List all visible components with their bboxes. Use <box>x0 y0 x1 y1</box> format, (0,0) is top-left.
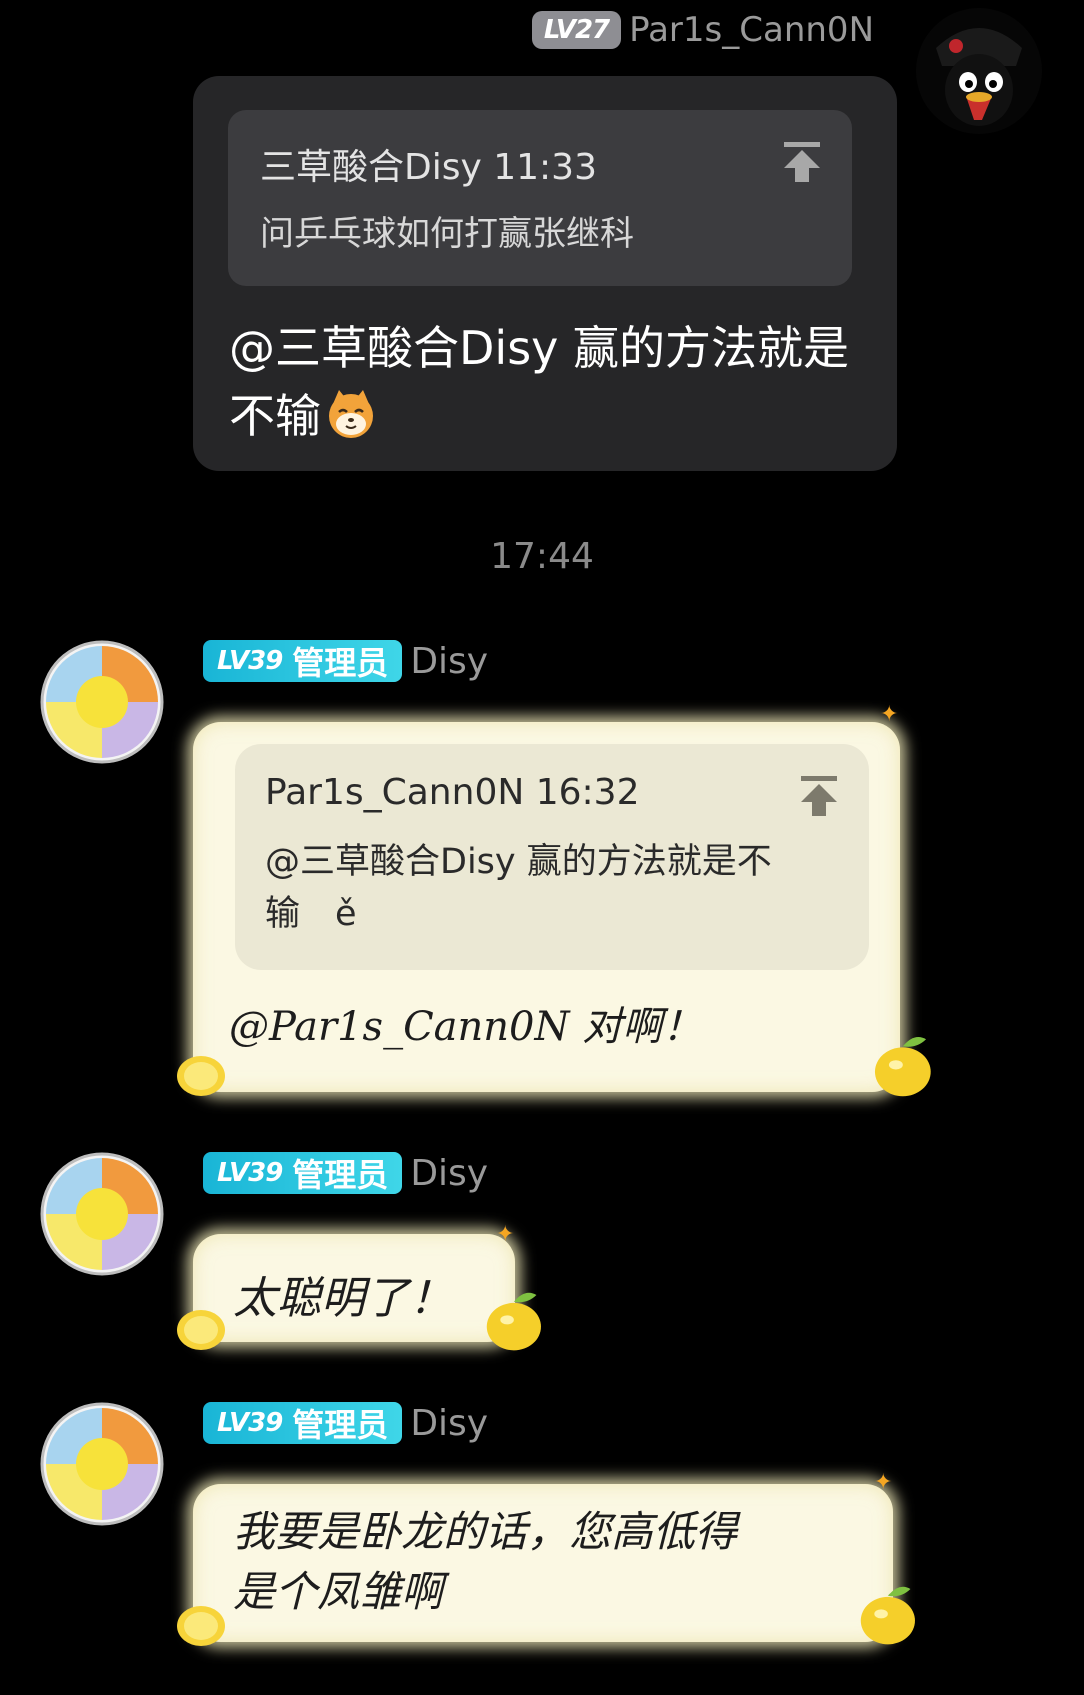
quote-text: 问乒乓球如何打赢张继科 <box>260 214 634 254</box>
avatar[interactable] <box>40 640 164 764</box>
quote-text-line: 输 ě <box>265 894 357 934</box>
message-text-content: @三草酸合Disy 赢的方法就是不输 <box>229 321 850 443</box>
quoted-message[interactable]: 三草酸合Disy 11:33 问乒乓球如何打赢张继科 <box>228 110 852 286</box>
quote-text: @三草酸合Disy 赢的方法就是不 输 ě <box>265 836 825 940</box>
lemon-icon <box>177 1606 225 1646</box>
lemon-icon <box>177 1310 225 1350</box>
incoming-message-bubble[interactable]: Par1s_Cann0N 16:32 @三草酸合Disy 赢的方法就是不 输 ě… <box>193 722 900 1092</box>
sparkle-icon: ✦ <box>874 1470 893 1495</box>
admin-badge: LV39 管理员 <box>203 1152 403 1194</box>
lemon-icon <box>874 1036 931 1097</box>
lemon-icon <box>486 1292 541 1351</box>
shiba-emoji-icon <box>329 390 373 438</box>
penguin-avatar-icon <box>916 8 1042 134</box>
message-text-line: 是个凤雏啊 <box>233 1567 444 1616</box>
avatar[interactable] <box>40 1402 164 1526</box>
level-label: LV39 <box>217 646 283 676</box>
message-text: 我要是卧龙的话，您高低得 是个凤雏啊 <box>233 1502 737 1622</box>
lemon-icon <box>860 1586 915 1645</box>
message-text: @三草酸合Disy 赢的方法就是不输 <box>229 314 869 450</box>
level-label: LV39 <box>217 1408 283 1438</box>
sender-name[interactable]: Disy <box>410 641 488 682</box>
level-label: LV39 <box>217 1158 283 1188</box>
lemon-icon <box>177 1056 225 1096</box>
incoming-message-bubble[interactable]: 我要是卧龙的话，您高低得 是个凤雏啊 <box>193 1484 893 1642</box>
level-badge: LV27 <box>531 11 622 49</box>
message-text: 太聪明了！ <box>233 1273 453 1324</box>
message-text-line: 我要是卧龙的话，您高低得 <box>233 1507 738 1556</box>
quoted-message[interactable]: Par1s_Cann0N 16:32 @三草酸合Disy 赢的方法就是不 输 ě <box>235 744 869 970</box>
outgoing-message-bubble[interactable]: 三草酸合Disy 11:33 问乒乓球如何打赢张继科 @三草酸合Disy 赢的方… <box>193 76 897 471</box>
incoming-sender-header: LV39 管理员 Disy <box>203 640 488 682</box>
role-label: 管理员 <box>292 1406 389 1444</box>
quote-author-time: Par1s_Cann0N 16:32 <box>265 772 640 813</box>
chat-screen: LV27 Par1s_Cann0N 三草酸合Disy 11:33 问乒乓球如何打… <box>0 0 1084 1695</box>
incoming-sender-header: LV39 管理员 Disy <box>203 1402 488 1444</box>
admin-badge: LV39 管理员 <box>203 640 403 682</box>
role-label: 管理员 <box>292 1156 389 1194</box>
outgoing-sender-header: LV27 Par1s_Cann0N <box>531 10 874 50</box>
sender-name[interactable]: Par1s_Cann0N <box>629 10 874 50</box>
avatar[interactable] <box>40 1152 164 1276</box>
sparkle-icon: ✦ <box>880 702 899 727</box>
message-text: @Par1s_Cann0N 对啊！ <box>229 1004 703 1050</box>
admin-badge: LV39 管理员 <box>203 1402 403 1444</box>
jump-to-top-icon[interactable] <box>782 140 822 184</box>
quote-text-line: @三草酸合Disy 赢的方法就是不 <box>265 842 772 882</box>
time-separator: 17:44 <box>490 536 594 577</box>
role-label: 管理员 <box>292 644 389 682</box>
incoming-message-bubble[interactable]: 太聪明了！ <box>193 1234 515 1342</box>
jump-to-top-icon[interactable] <box>799 774 839 818</box>
sparkle-icon: ✦ <box>496 1222 515 1247</box>
sender-name[interactable]: Disy <box>410 1403 488 1444</box>
avatar[interactable] <box>916 8 1042 134</box>
sender-name[interactable]: Disy <box>410 1153 488 1194</box>
quote-author-time: 三草酸合Disy 11:33 <box>260 147 597 188</box>
incoming-sender-header: LV39 管理员 Disy <box>203 1152 488 1194</box>
